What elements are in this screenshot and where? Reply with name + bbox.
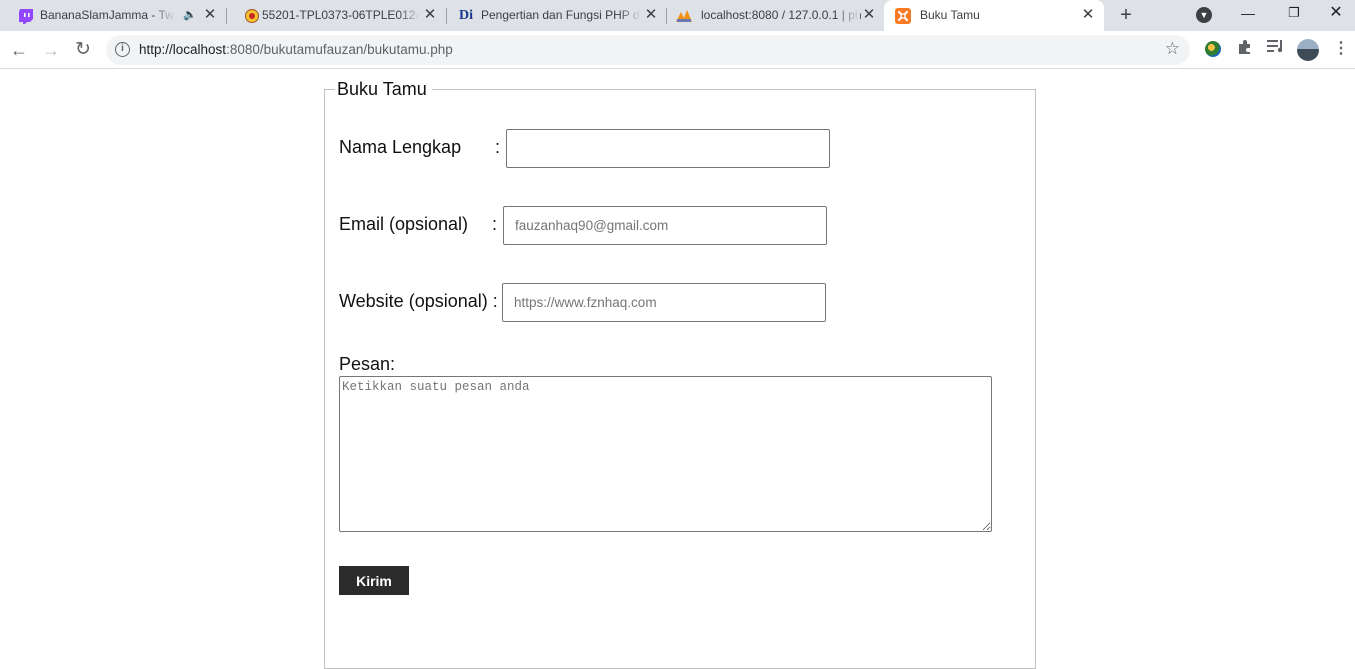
twitch-icon: [18, 8, 34, 24]
tab-pengertian-php[interactable]: Di Pengertian dan Fungsi PHP da ✕: [446, 0, 667, 31]
forward-icon[interactable]: →: [40, 39, 62, 61]
tab-siakad[interactable]: 55201-TPL0373-06TPLE012-2 ✕: [226, 0, 447, 31]
close-tab-icon[interactable]: ✕: [643, 7, 659, 23]
email-input[interactable]: [503, 206, 827, 245]
name-input[interactable]: [506, 129, 830, 168]
page-content: Buku Tamu Nama Lengkap : Email (opsional…: [0, 70, 1355, 669]
browser-toolbar: ← → ↻ i http://localhost:8080/bukutamufa…: [0, 31, 1355, 69]
minimize-icon[interactable]: —: [1225, 0, 1271, 28]
name-label: Nama Lengkap: [339, 137, 462, 157]
university-seal-icon: [244, 8, 260, 24]
close-tab-icon[interactable]: ✕: [422, 7, 438, 23]
website-label: Website (opsional) :: [339, 291, 498, 311]
di-logo: Di: [459, 8, 473, 23]
message-label: Pesan:: [339, 354, 396, 374]
bookmark-star-icon[interactable]: ☆: [1165, 39, 1180, 59]
submit-button[interactable]: Kirim: [339, 566, 409, 595]
url-text[interactable]: http://localhost:8080/bukutamufauzan/buk…: [139, 42, 453, 58]
tab-strip: BananaSlamJamma - Twit 🔈 ✕ 55201-TPL0373…: [0, 0, 1355, 31]
new-tab-button[interactable]: +: [1116, 5, 1136, 25]
window-close-icon[interactable]: ✕: [1317, 0, 1355, 28]
email-label: Email (opsional): [339, 214, 469, 234]
name-colon: :: [495, 137, 501, 157]
email-colon: :: [492, 214, 498, 234]
tab-twitch[interactable]: BananaSlamJamma - Twit 🔈 ✕: [0, 0, 227, 31]
tab-phpmyadmin[interactable]: localhost:8080 / 127.0.0.1 | ph ✕: [666, 0, 884, 31]
restore-icon[interactable]: ❐: [1271, 0, 1317, 28]
extension-globe-icon[interactable]: [1205, 41, 1221, 57]
address-bar[interactable]: i http://localhost:8080/bukutamufauzan/b…: [106, 35, 1190, 65]
website-input[interactable]: [502, 283, 826, 322]
tab-title: Pengertian dan Fungsi PHP da: [481, 8, 639, 22]
tab-buku-tamu[interactable]: Buku Tamu ✕: [884, 0, 1104, 31]
phpmyadmin-icon: [676, 8, 692, 24]
extensions-puzzle-icon[interactable]: [1235, 39, 1255, 59]
tab-title: Buku Tamu: [920, 8, 980, 22]
more-menu-icon[interactable]: ⋮: [1331, 39, 1351, 59]
tab-title: 55201-TPL0373-06TPLE012-2: [262, 8, 418, 22]
form-legend: Buku Tamu: [335, 79, 432, 100]
close-tab-icon[interactable]: ✕: [202, 7, 218, 23]
back-icon[interactable]: ←: [8, 39, 30, 61]
reload-icon[interactable]: ↻: [72, 39, 94, 61]
message-textarea[interactable]: [339, 376, 992, 532]
close-tab-icon[interactable]: ✕: [1080, 7, 1096, 23]
profile-avatar[interactable]: [1297, 39, 1319, 61]
close-tab-icon[interactable]: ✕: [861, 7, 877, 23]
speaker-icon[interactable]: 🔈: [183, 8, 197, 21]
xampp-icon: [895, 8, 911, 24]
tab-search-icon[interactable]: ▼: [1196, 7, 1212, 23]
media-control-icon[interactable]: [1266, 39, 1286, 59]
site-info-icon[interactable]: i: [115, 42, 130, 57]
